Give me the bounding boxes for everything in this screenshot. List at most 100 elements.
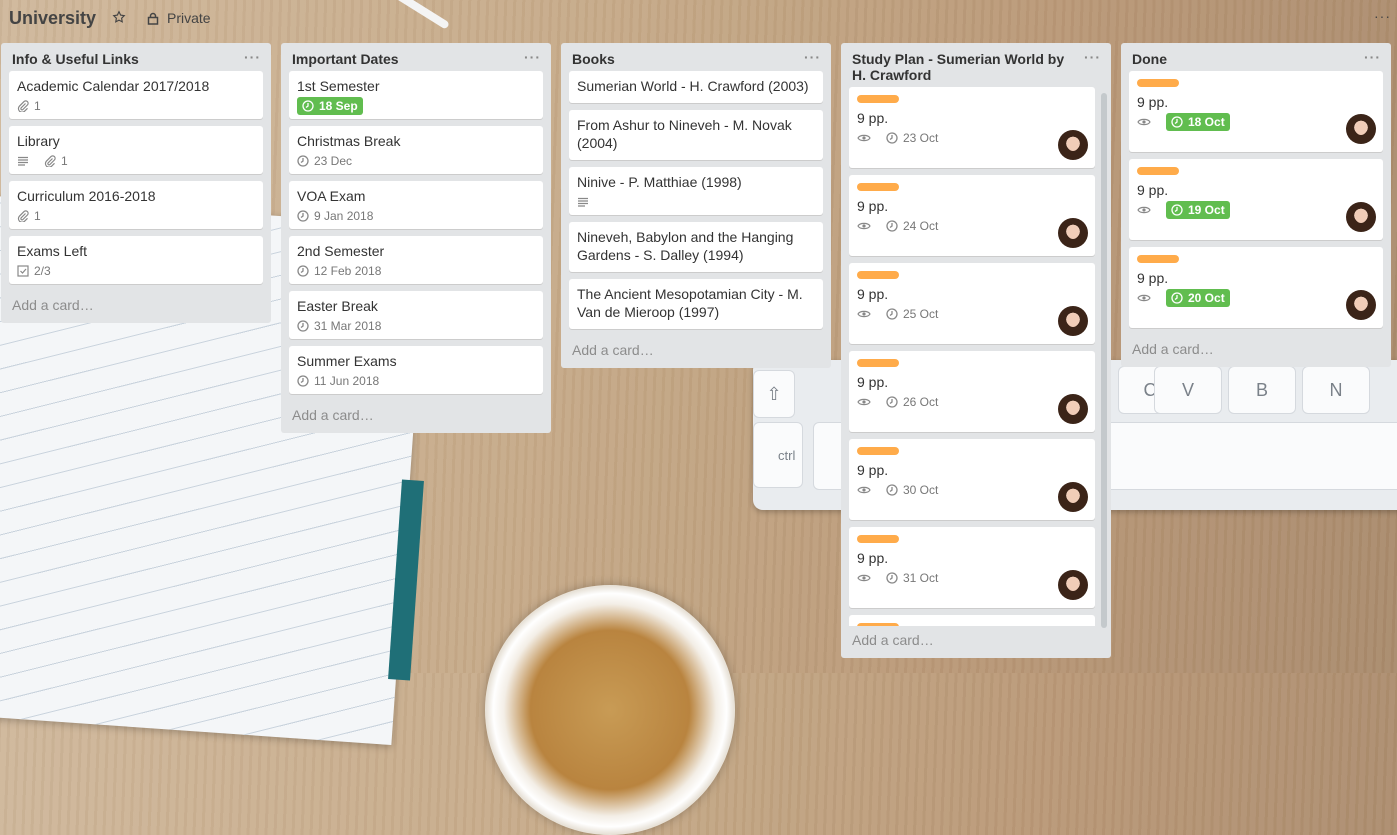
card-christmas-break[interactable]: Christmas Break 23 Dec bbox=[289, 126, 543, 174]
watching-badge bbox=[857, 217, 876, 235]
card-book[interactable]: Sumerian World - H. Crawford (2003) bbox=[569, 71, 823, 103]
list-menu-button[interactable]: ··· bbox=[1084, 49, 1101, 65]
b-key: B bbox=[1228, 366, 1296, 414]
due-date-badge: 24 Oct bbox=[886, 217, 938, 235]
list-menu-button[interactable]: ··· bbox=[524, 49, 541, 65]
board-title[interactable]: University bbox=[9, 8, 96, 29]
card-2nd-semester[interactable]: 2nd Semester 12 Feb 2018 bbox=[289, 236, 543, 284]
member-avatar[interactable] bbox=[1346, 202, 1376, 232]
list-info-useful-links: Info & Useful Links ··· Academic Calenda… bbox=[1, 43, 271, 323]
checklist-icon bbox=[17, 265, 29, 277]
card-easter-break[interactable]: Easter Break 31 Mar 2018 bbox=[289, 291, 543, 339]
due-date-badge: 25 Oct bbox=[886, 305, 938, 323]
add-card-button[interactable]: Add a card… bbox=[281, 401, 551, 433]
card-curriculum[interactable]: Curriculum 2016-2018 1 bbox=[9, 181, 263, 229]
card-title: Nineveh, Babylon and the Hanging Gardens… bbox=[577, 229, 794, 263]
member-avatar[interactable] bbox=[1058, 482, 1088, 512]
clock-icon bbox=[1171, 204, 1183, 216]
add-card-button[interactable]: Add a card… bbox=[841, 626, 1111, 658]
due-date: 18 Oct bbox=[1188, 115, 1225, 129]
due-date-badge: 9 Jan 2018 bbox=[297, 207, 373, 225]
due-date: 31 Oct bbox=[903, 571, 939, 585]
coffee-cup-decoration bbox=[485, 585, 735, 835]
due-date-badge: 11 Jun 2018 bbox=[297, 372, 379, 390]
clock-icon bbox=[1171, 116, 1183, 128]
n-key: N bbox=[1302, 366, 1370, 414]
list-scrollbar[interactable] bbox=[1101, 93, 1107, 628]
orange-label bbox=[857, 447, 899, 455]
member-avatar[interactable] bbox=[1058, 130, 1088, 160]
card-title: Academic Calendar 2017/2018 bbox=[17, 78, 210, 94]
card-book[interactable]: Ninive - P. Matthiae (1998) bbox=[569, 167, 823, 215]
member-avatar[interactable] bbox=[1346, 114, 1376, 144]
member-avatar[interactable] bbox=[1058, 218, 1088, 248]
due-date: 9 Jan 2018 bbox=[314, 209, 374, 223]
member-avatar[interactable] bbox=[1058, 570, 1088, 600]
description-icon bbox=[18, 156, 28, 166]
card-study-session[interactable]: 9 pp. 25 Oct bbox=[849, 263, 1095, 344]
list-menu-button[interactable]: ··· bbox=[1364, 49, 1381, 65]
due-date-badge: 30 Oct bbox=[886, 481, 938, 499]
watching-badge bbox=[857, 305, 876, 323]
card-book[interactable]: From Ashur to Nineveh - M. Novak (2004) bbox=[569, 110, 823, 160]
add-card-button[interactable]: Add a card… bbox=[1, 291, 271, 323]
list-important-dates: Important Dates ··· 1st Semester 18 Sep … bbox=[281, 43, 551, 433]
due-date: 23 Dec bbox=[314, 154, 353, 168]
member-avatar[interactable] bbox=[1346, 290, 1376, 320]
orange-label bbox=[857, 359, 899, 367]
star-button[interactable] bbox=[112, 10, 126, 27]
due-date-badge: 12 Feb 2018 bbox=[297, 262, 381, 280]
list-header[interactable]: Books ··· bbox=[561, 43, 831, 71]
clock-icon bbox=[886, 484, 898, 496]
due-date-badge: 23 Dec bbox=[297, 152, 352, 170]
add-card-button[interactable]: Add a card… bbox=[561, 336, 831, 368]
list-header[interactable]: Done ··· bbox=[1121, 43, 1391, 71]
due-date: 30 Oct bbox=[903, 483, 939, 497]
list-done: Done ··· 9 pp. 18 Oct 9 pp. 19 Oct 9 pp. bbox=[1121, 43, 1391, 367]
card-library[interactable]: Library 1 bbox=[9, 126, 263, 174]
card-study-session-partial[interactable] bbox=[849, 615, 1095, 626]
clock-icon bbox=[886, 132, 898, 144]
list-title: Important Dates bbox=[292, 51, 399, 67]
card-study-session[interactable]: 9 pp. 23 Oct bbox=[849, 87, 1095, 168]
card-study-session[interactable]: 9 pp. 30 Oct bbox=[849, 439, 1095, 520]
list-header[interactable]: Important Dates ··· bbox=[281, 43, 551, 71]
visibility-button[interactable]: Private bbox=[147, 10, 211, 26]
orange-label bbox=[857, 183, 899, 191]
clock-icon bbox=[297, 375, 309, 387]
card-title: Christmas Break bbox=[297, 133, 401, 149]
card-title: Library bbox=[17, 133, 60, 149]
due-date-badge: 31 Oct bbox=[886, 569, 938, 587]
card-book[interactable]: The Ancient Mesopotamian City - M. Van d… bbox=[569, 279, 823, 329]
eye-icon bbox=[857, 486, 871, 494]
list-header[interactable]: Study Plan - Sumerian World by H. Crawfo… bbox=[841, 43, 1111, 87]
due-date-badge: 31 Mar 2018 bbox=[297, 317, 381, 335]
member-avatar[interactable] bbox=[1058, 394, 1088, 424]
visibility-label: Private bbox=[167, 10, 211, 26]
card-scroll-area[interactable]: 9 pp. 23 Oct 9 pp. 24 Oct 9 pp. 25 Oct 9… bbox=[841, 87, 1111, 626]
clock-icon bbox=[297, 210, 309, 222]
card-study-session[interactable]: 9 pp. 31 Oct bbox=[849, 527, 1095, 608]
list-menu-button[interactable]: ··· bbox=[804, 49, 821, 65]
card-academic-calendar[interactable]: Academic Calendar 2017/2018 1 bbox=[9, 71, 263, 119]
card-study-session[interactable]: 9 pp. 26 Oct bbox=[849, 351, 1095, 432]
list-header[interactable]: Info & Useful Links ··· bbox=[1, 43, 271, 71]
list-menu-button[interactable]: ··· bbox=[244, 49, 261, 65]
card-exams-left[interactable]: Exams Left 2/3 bbox=[9, 236, 263, 284]
clock-icon bbox=[886, 396, 898, 408]
card-book[interactable]: Nineveh, Babylon and the Hanging Gardens… bbox=[569, 222, 823, 272]
add-card-button[interactable]: Add a card… bbox=[1121, 335, 1391, 367]
card-title: 9 pp. bbox=[857, 286, 889, 302]
card-done-session[interactable]: 9 pp. 18 Oct bbox=[1129, 71, 1383, 152]
card-1st-semester[interactable]: 1st Semester 18 Sep bbox=[289, 71, 543, 119]
card-summer-exams[interactable]: Summer Exams 11 Jun 2018 bbox=[289, 346, 543, 394]
due-date: 12 Feb 2018 bbox=[314, 264, 382, 278]
card-voa-exam[interactable]: VOA Exam 9 Jan 2018 bbox=[289, 181, 543, 229]
card-study-session[interactable]: 9 pp. 24 Oct bbox=[849, 175, 1095, 256]
card-done-session[interactable]: 9 pp. 19 Oct bbox=[1129, 159, 1383, 240]
member-avatar[interactable] bbox=[1058, 306, 1088, 336]
card-done-session[interactable]: 9 pp. 20 Oct bbox=[1129, 247, 1383, 328]
board-menu-button[interactable]: ··· bbox=[1374, 8, 1391, 24]
orange-label bbox=[1137, 167, 1179, 175]
eye-icon bbox=[1137, 118, 1151, 126]
